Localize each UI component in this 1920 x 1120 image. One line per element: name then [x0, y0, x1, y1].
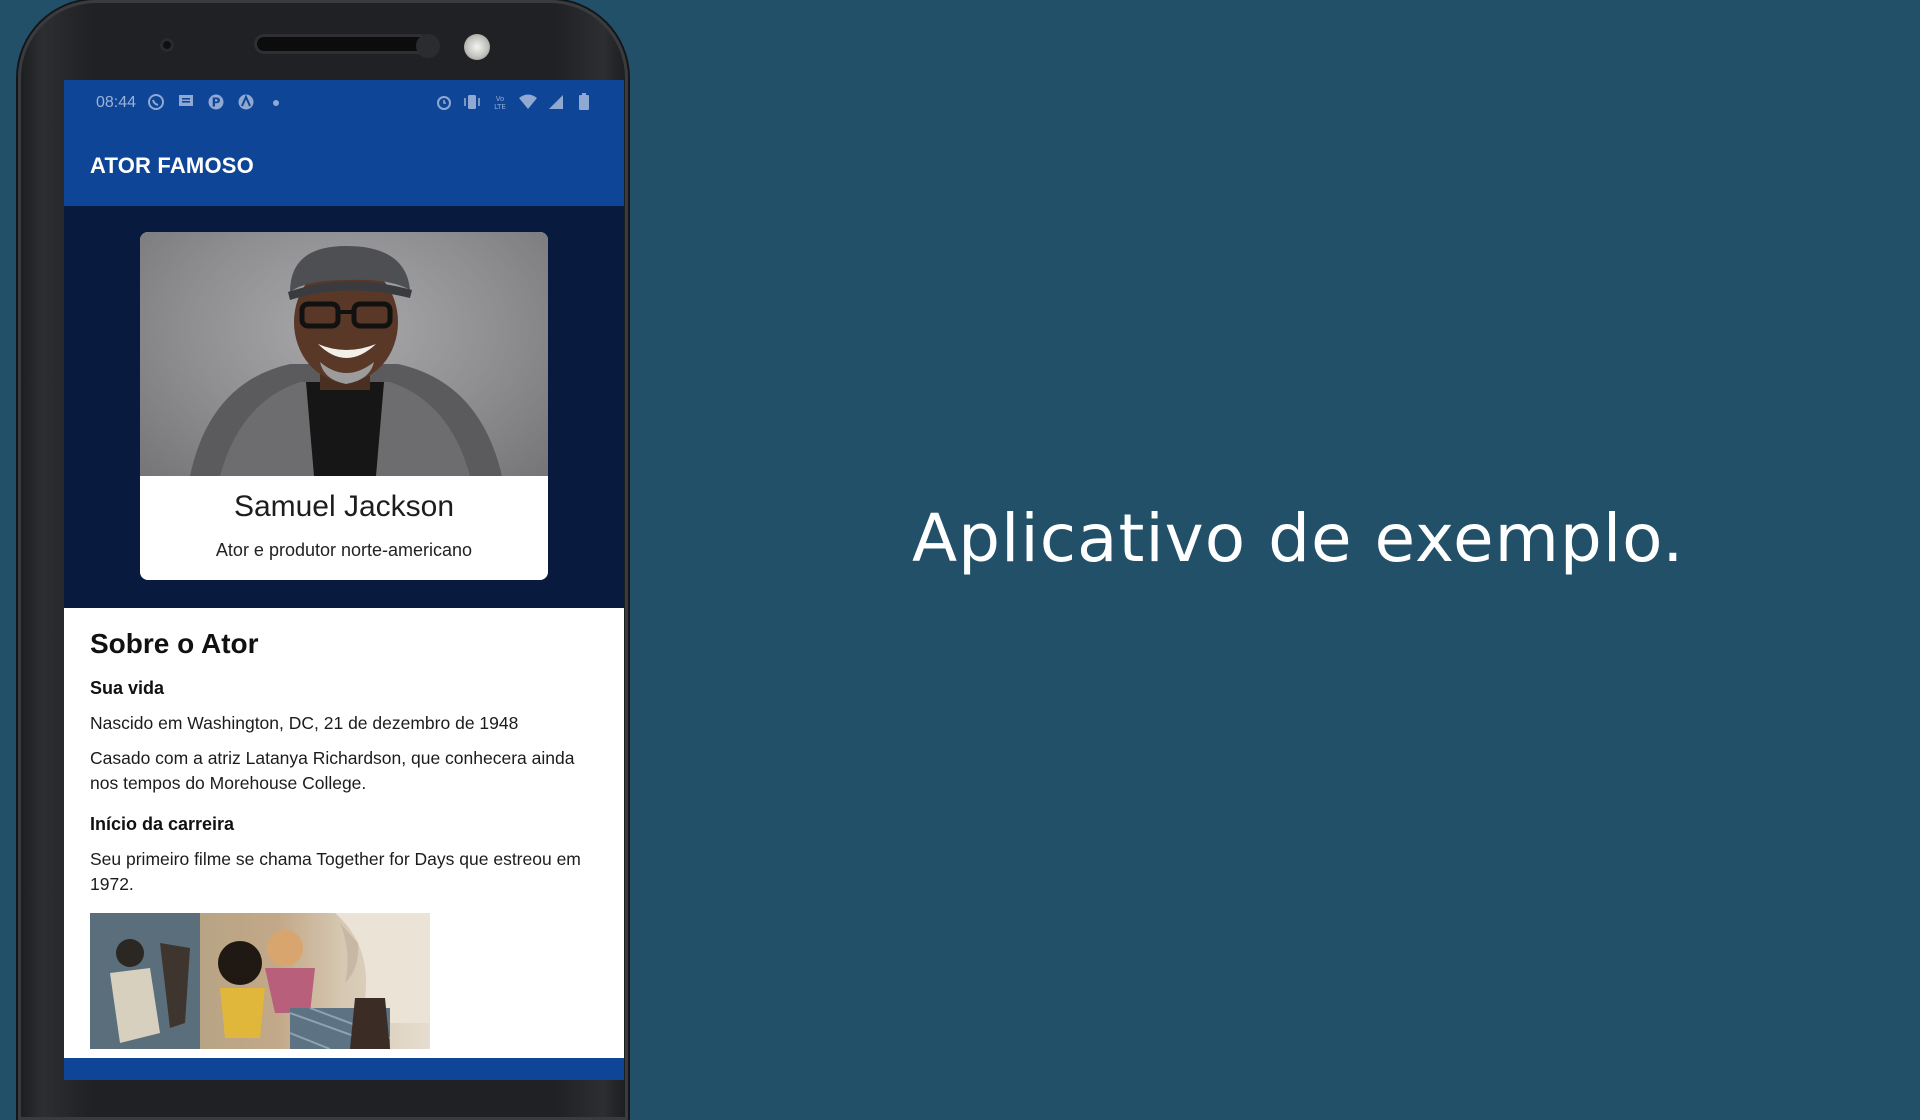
bottom-bar: [64, 1058, 624, 1080]
battery-icon: [574, 93, 594, 113]
life-paragraph-birth: Nascido em Washington, DC, 21 de dezembr…: [90, 713, 519, 733]
wifi-icon: [518, 93, 538, 113]
svg-text:Vo: Vo: [496, 95, 505, 103]
front-camera: [160, 38, 174, 52]
front-flash: [464, 34, 490, 60]
phone-device: 08:44 P Vo LTE ATOR FAMOSO Samuel Jackso…: [18, 0, 628, 1120]
svg-text:LTE: LTE: [494, 103, 506, 111]
actor-subtitle: Ator e produtor norte-americano: [215, 540, 473, 560]
life-heading: Sua vida: [90, 678, 165, 698]
movie-poster-image: [90, 913, 430, 1049]
about-heading: Sobre o Ator: [90, 628, 259, 659]
actor-name: Samuel Jackson: [233, 490, 455, 523]
angular-icon: [236, 93, 256, 113]
phone-screen: 08:44 P Vo LTE ATOR FAMOSO Samuel Jackso…: [64, 80, 624, 1080]
volte-icon: Vo LTE: [490, 93, 510, 113]
profile-card: Samuel Jackson Ator e produtor norte-ame…: [140, 232, 548, 580]
status-bar: 08:44 P Vo LTE: [64, 80, 624, 126]
actor-photo: [140, 232, 548, 476]
svg-text:P: P: [212, 96, 221, 110]
life-paragraph-marriage: Casado com a atriz Latanya Richardson, q…: [90, 748, 575, 793]
dot-icon: [266, 93, 286, 113]
earpiece-speaker: [254, 34, 430, 54]
proximity-sensor: [416, 34, 440, 58]
app-title: ATOR FAMOSO: [90, 153, 254, 178]
career-heading: Início da carreira: [90, 814, 235, 834]
status-right-icons: Vo LTE: [434, 93, 602, 113]
whatsapp-icon: [146, 93, 166, 113]
vibrate-icon: [462, 93, 482, 113]
alarm-icon: [434, 93, 454, 113]
signal-icon: [546, 93, 566, 113]
hero-section: Samuel Jackson Ator e produtor norte-ame…: [64, 206, 624, 608]
pinterest-icon: P: [206, 93, 226, 113]
slide-headline: Aplicativo de exemplo.: [912, 500, 1685, 577]
message-icon: [176, 93, 196, 113]
app-bar: ATOR FAMOSO: [64, 126, 624, 206]
about-section: Sobre o Ator Sua vida Nascido em Washing…: [64, 608, 624, 1058]
career-paragraph: Seu primeiro filme se chama Together for…: [90, 849, 581, 894]
status-time: 08:44: [96, 94, 137, 111]
